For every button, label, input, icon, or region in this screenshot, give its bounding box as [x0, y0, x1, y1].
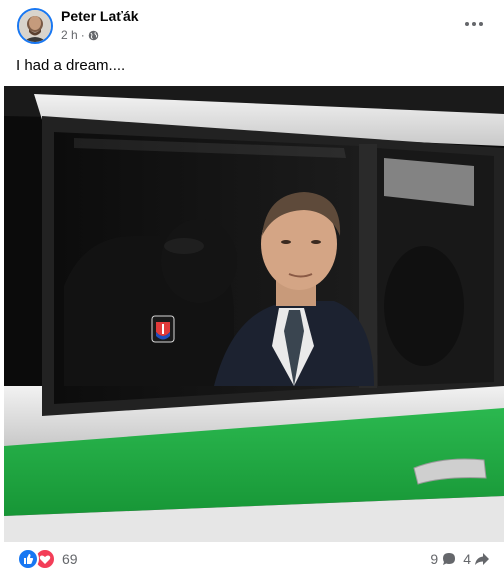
author-name[interactable]: Peter Laťák	[61, 8, 139, 24]
more-options-icon	[465, 22, 483, 26]
share-icon	[475, 553, 489, 565]
comments-count[interactable]: 9	[430, 551, 457, 567]
more-options-button[interactable]	[460, 10, 488, 38]
avatar-image	[19, 10, 51, 42]
post-caption: I had a dream....	[16, 57, 126, 74]
meta-separator: ·	[80, 28, 85, 42]
photo-police-car	[4, 86, 504, 542]
post-stats: 9 4	[430, 549, 490, 569]
post-meta: 2 h ·	[61, 28, 99, 42]
post-time[interactable]: 2 h	[61, 28, 78, 42]
globe-icon[interactable]	[88, 30, 99, 41]
comments-count-value: 9	[430, 551, 439, 567]
comment-icon	[443, 553, 456, 565]
shares-count[interactable]: 4	[463, 551, 490, 567]
avatar[interactable]	[17, 8, 53, 44]
shares-count-value: 4	[463, 551, 471, 567]
reactions-summary[interactable]: 69	[17, 548, 78, 570]
post-photo[interactable]	[4, 86, 504, 542]
reaction-count: 69	[62, 551, 78, 567]
like-icon	[17, 548, 39, 570]
facebook-post: Peter Laťák 2 h · I had a dream.... 69 9…	[0, 0, 504, 574]
